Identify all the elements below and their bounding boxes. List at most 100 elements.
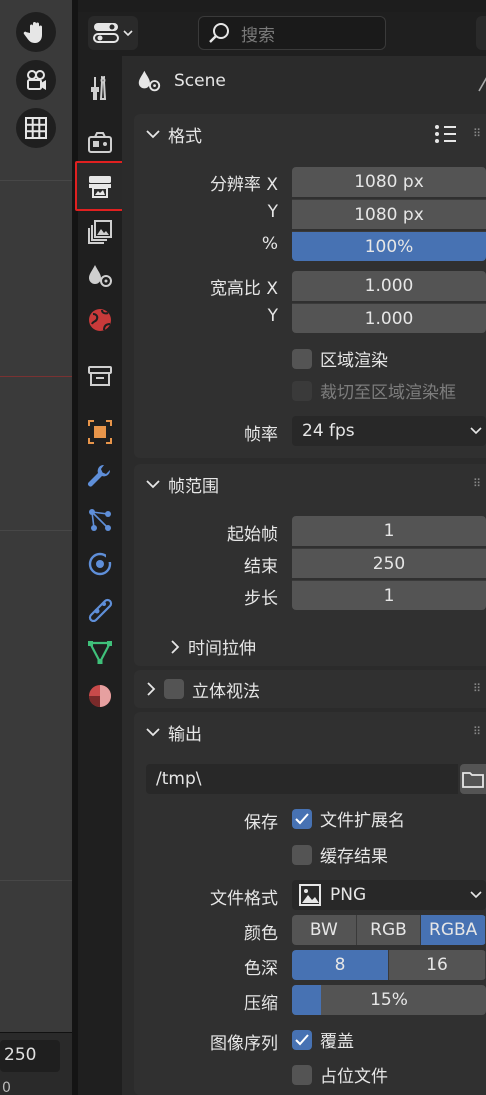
stereoscopy-panel[interactable]: 立体视法 ⠿ bbox=[134, 670, 486, 708]
camera-view-tool[interactable] bbox=[16, 60, 56, 100]
color-depth-8[interactable]: 8 bbox=[292, 950, 389, 980]
file-format-dropdown[interactable]: PNG bbox=[292, 880, 486, 910]
view-layer-icon bbox=[88, 220, 112, 244]
particles-icon bbox=[89, 509, 111, 531]
current-frame-field[interactable]: 250 bbox=[0, 1040, 60, 1072]
frame-range-panel-header[interactable]: 帧范围 bbox=[134, 464, 486, 504]
viewport-area[interactable]: 250 0 bbox=[0, 0, 72, 1095]
checkmark-icon bbox=[295, 1033, 309, 1045]
checkbox-box[interactable] bbox=[292, 348, 312, 369]
mesh-data-icon bbox=[88, 641, 112, 665]
crop-to-region-label: 裁切至区域渲染框 bbox=[320, 383, 456, 403]
wrench-icon bbox=[88, 464, 111, 487]
time-stretch-subpanel-header[interactable]: 时间拉伸 bbox=[170, 634, 256, 659]
chevron-down-icon bbox=[123, 30, 133, 37]
context-breadcrumb: Scene bbox=[136, 66, 226, 96]
tab-render[interactable] bbox=[78, 122, 122, 162]
frame-start-label: 起始帧 bbox=[227, 525, 278, 545]
frame-step-field[interactable]: 1 bbox=[292, 580, 486, 610]
compression-fill bbox=[292, 985, 322, 1015]
chevron-down-icon bbox=[146, 728, 160, 737]
tab-scene[interactable] bbox=[78, 256, 122, 296]
drag-grip-icon[interactable]: ⠿ bbox=[473, 682, 482, 695]
browse-folder-button[interactable] bbox=[460, 764, 486, 794]
tab-tool[interactable] bbox=[78, 68, 122, 108]
tab-object[interactable] bbox=[78, 412, 122, 452]
color-mode-selector: BW RGB RGBA bbox=[292, 915, 486, 945]
image-file-icon bbox=[299, 884, 321, 906]
pan-hand-tool[interactable] bbox=[16, 12, 56, 52]
cache-result-checkbox[interactable]: 缓存结果 bbox=[292, 842, 388, 867]
grid-line bbox=[0, 180, 72, 181]
tab-particles[interactable] bbox=[78, 500, 122, 540]
tab-view-layer[interactable] bbox=[78, 212, 122, 252]
frame-range-panel-title: 帧范围 bbox=[168, 476, 219, 497]
compression-label: 压缩 bbox=[244, 994, 278, 1014]
stereoscopy-panel-header[interactable]: 立体视法 bbox=[134, 670, 486, 708]
compression-slider[interactable]: 15% bbox=[292, 985, 486, 1015]
drag-grip-icon[interactable]: ⠿ bbox=[473, 477, 482, 490]
drag-grip-icon[interactable]: ⠿ bbox=[473, 725, 482, 738]
output-panel: 输出 ⠿ /tmp\ 保存 文件扩展名 缓存结果 文件格式 PNG 颜色 BW … bbox=[134, 712, 486, 1095]
tab-constraints[interactable] bbox=[78, 588, 122, 628]
resolution-x-field[interactable]: 1080 px bbox=[292, 167, 486, 197]
color-depth-label: 色深 bbox=[244, 959, 278, 979]
region-render-checkbox[interactable]: 区域渲染 bbox=[292, 346, 388, 371]
frame-start-field[interactable]: 1 bbox=[292, 516, 486, 546]
presets-icon[interactable] bbox=[434, 124, 458, 149]
drag-grip-icon[interactable]: ⠿ bbox=[473, 127, 482, 140]
search-input[interactable]: 搜索 bbox=[198, 16, 386, 50]
aspect-y-field[interactable]: 1.000 bbox=[292, 303, 486, 333]
properties-tabs bbox=[75, 56, 125, 1095]
file-extensions-checkbox[interactable]: 文件扩展名 bbox=[292, 806, 405, 831]
pin-icon[interactable] bbox=[478, 74, 486, 97]
frame-rate-dropdown[interactable]: 24 fps bbox=[292, 416, 486, 446]
frame-end-field[interactable]: 250 bbox=[292, 548, 486, 578]
checkbox-box[interactable] bbox=[292, 808, 312, 829]
editor-type-button[interactable] bbox=[88, 16, 138, 50]
tab-world[interactable] bbox=[78, 300, 122, 340]
context-title: Scene bbox=[174, 71, 226, 91]
color-mode-rgba[interactable]: RGBA bbox=[421, 915, 486, 945]
format-panel-title: 格式 bbox=[168, 126, 202, 147]
properties-editor-icon bbox=[93, 23, 119, 43]
output-path-field[interactable]: /tmp\ bbox=[146, 764, 458, 794]
cache-result-label: 缓存结果 bbox=[320, 847, 388, 867]
ortho-grid-tool[interactable] bbox=[16, 108, 56, 148]
placeholders-checkbox[interactable]: 占位文件 bbox=[292, 1062, 388, 1087]
header-options-button[interactable] bbox=[476, 16, 486, 50]
aspect-x-label: 宽高比 X bbox=[209, 279, 278, 299]
properties-header: 搜索 bbox=[78, 12, 486, 56]
search-placeholder: 搜索 bbox=[241, 25, 275, 46]
checkbox-box[interactable] bbox=[292, 380, 312, 401]
crop-to-region-checkbox[interactable]: 裁切至区域渲染框 bbox=[292, 378, 456, 403]
checkbox-box[interactable] bbox=[292, 1064, 312, 1085]
stereoscopy-checkbox[interactable] bbox=[164, 679, 184, 699]
checkbox-box[interactable] bbox=[292, 1029, 312, 1050]
color-mode-label: 颜色 bbox=[244, 924, 278, 944]
tab-physics[interactable] bbox=[78, 544, 122, 584]
output-panel-header[interactable]: 输出 bbox=[134, 712, 486, 752]
aspect-x-field[interactable]: 1.000 bbox=[292, 271, 486, 301]
color-mode-bw[interactable]: BW bbox=[292, 915, 357, 945]
physics-icon bbox=[88, 552, 114, 576]
chevron-down-icon bbox=[146, 130, 160, 139]
format-panel: 格式 ⠿ 分辨率 X 1080 px Y 1080 px % 100% 宽高比 … bbox=[134, 114, 486, 458]
aspect-y-label: Y bbox=[267, 306, 278, 326]
frame-rate-value: 24 fps bbox=[302, 421, 355, 441]
resolution-percent-slider[interactable]: 100% bbox=[292, 231, 486, 261]
object-icon bbox=[88, 420, 112, 444]
color-depth-16[interactable]: 16 bbox=[389, 950, 486, 980]
tool-icon bbox=[91, 76, 107, 100]
scene-icon bbox=[138, 70, 161, 92]
checkbox-box[interactable] bbox=[292, 844, 312, 865]
tab-modifiers[interactable] bbox=[78, 456, 122, 496]
world-icon bbox=[89, 309, 111, 331]
overwrite-checkbox[interactable]: 覆盖 bbox=[292, 1027, 354, 1052]
tab-output[interactable] bbox=[75, 161, 125, 211]
color-mode-rgb[interactable]: RGB bbox=[356, 915, 422, 945]
resolution-y-field[interactable]: 1080 px bbox=[292, 199, 486, 229]
tab-material[interactable] bbox=[78, 676, 122, 716]
tab-collection[interactable] bbox=[78, 356, 122, 396]
tab-data[interactable] bbox=[78, 632, 122, 672]
